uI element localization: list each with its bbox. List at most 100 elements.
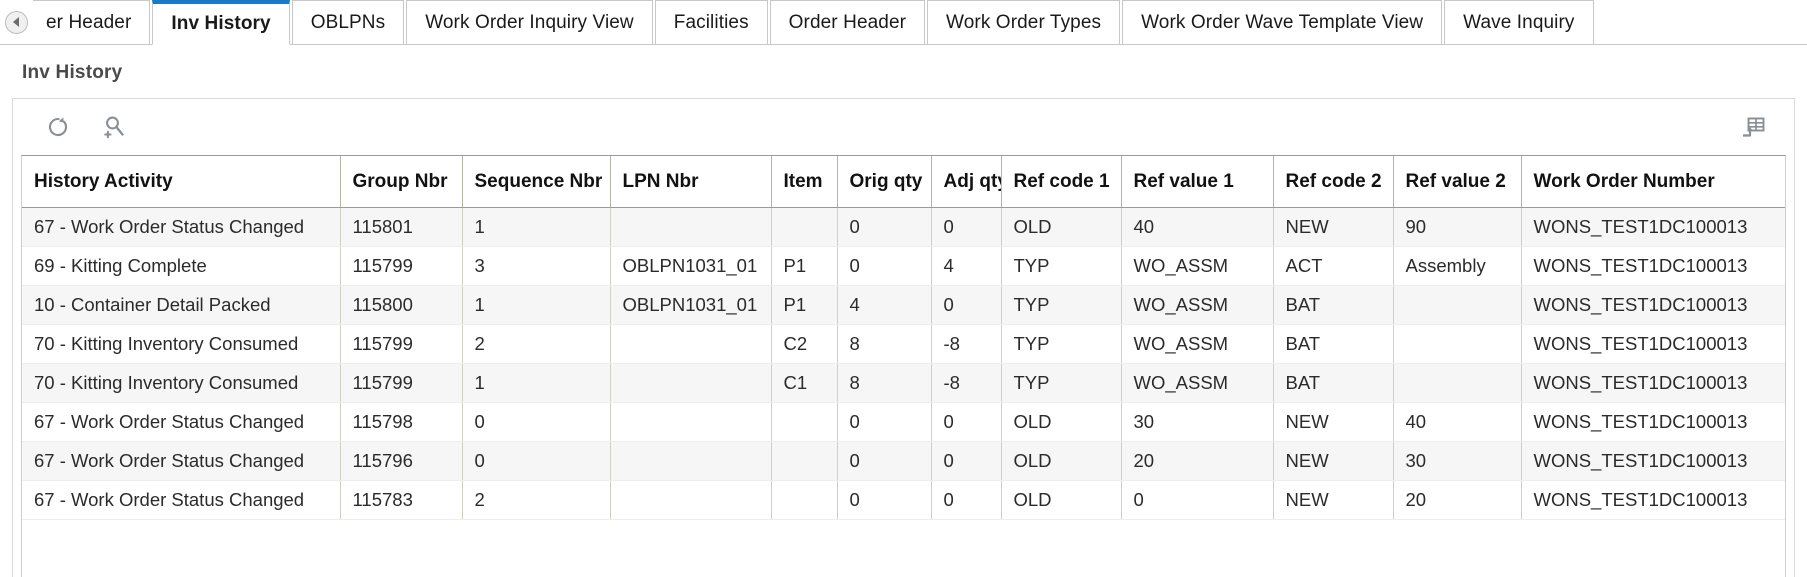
cell-ref-code-2: BAT xyxy=(1273,324,1394,364)
cell-ref-code-1: OLD xyxy=(1001,480,1122,520)
table-row[interactable]: 67 - Work Order Status Changed 115796 0 0 0 O… xyxy=(22,441,1785,481)
column-header-orig-qty[interactable]: Orig qty xyxy=(837,156,932,208)
cell-orig-qty: 0 xyxy=(837,441,932,481)
cell-sequence-nbr: 2 xyxy=(462,480,611,520)
tab-er-header[interactable]: er Header xyxy=(27,0,151,45)
inv-history-grid: History Activity Group Nbr Sequence Nbr LPN… xyxy=(21,155,1786,577)
tab-order-header[interactable]: Order Header xyxy=(769,0,926,45)
cell-sequence-nbr: 1 xyxy=(462,285,611,325)
table-row[interactable]: 67 - Work Order Status Changed 115798 0 0 0 O… xyxy=(22,402,1785,442)
cell-ref-code-1: OLD xyxy=(1001,402,1122,442)
cell-ref-value-1: WO_ASSM xyxy=(1121,363,1274,403)
cell-history-activity: 69 - Kitting Complete xyxy=(22,246,341,286)
refresh-icon[interactable] xyxy=(41,110,75,144)
column-header-history-activity[interactable]: History Activity xyxy=(22,156,341,208)
cell-adj-qty: 0 xyxy=(931,402,1002,442)
find-person-icon[interactable] xyxy=(97,110,131,144)
cell-work-order-number: WONS_TEST1DC100013 xyxy=(1521,207,1785,247)
cell-orig-qty: 0 xyxy=(837,402,932,442)
table-body: 67 - Work Order Status Changed 115801 1 0 0 O… xyxy=(22,207,1785,520)
cell-group-nbr: 115799 xyxy=(340,246,463,286)
cell-orig-qty: 0 xyxy=(837,480,932,520)
cell-ref-code-2: BAT xyxy=(1273,363,1394,403)
tab-label: OBLPNs xyxy=(310,11,386,33)
column-header-sequence-nbr[interactable]: Sequence Nbr xyxy=(462,156,611,208)
cell-group-nbr: 115800 xyxy=(340,285,463,325)
cell-sequence-nbr: 0 xyxy=(462,402,611,442)
tab-label: Inv History xyxy=(171,13,271,34)
cell-sequence-nbr: 1 xyxy=(462,363,611,403)
cell-item: P1 xyxy=(771,246,838,286)
table-row[interactable]: 70 - Kitting Inventory Consumed 115799 1 C1… xyxy=(22,363,1785,403)
tab-label: Work Order Types xyxy=(946,11,1102,33)
cell-group-nbr: 115783 xyxy=(340,480,463,520)
cell-ref-value-1: 30 xyxy=(1121,402,1274,442)
cell-ref-code-2: NEW xyxy=(1273,480,1394,520)
cell-history-activity: 70 - Kitting Inventory Consumed xyxy=(22,363,341,403)
column-header-lpn-nbr[interactable]: LPN Nbr xyxy=(610,156,772,208)
tab-work-order-inquiry-view[interactable]: Work Order Inquiry View xyxy=(406,0,653,45)
cell-lpn-nbr xyxy=(610,207,772,247)
cell-ref-code-2: NEW xyxy=(1273,441,1394,481)
cell-adj-qty: 0 xyxy=(931,441,1002,481)
cell-ref-code-2: BAT xyxy=(1273,285,1394,325)
cell-work-order-number: WONS_TEST1DC100013 xyxy=(1521,363,1785,403)
cell-item xyxy=(771,480,838,520)
tab-work-order-wave-template-view[interactable]: Work Order Wave Template View xyxy=(1122,0,1443,45)
table-row[interactable]: 70 - Kitting Inventory Consumed 115799 2 C2… xyxy=(22,324,1785,364)
column-header-work-order-number[interactable]: Work Order Number xyxy=(1521,156,1785,208)
column-header-item[interactable]: Item xyxy=(771,156,838,208)
tab-scroll-left-button[interactable] xyxy=(0,0,33,44)
cell-ref-code-2: NEW xyxy=(1273,207,1394,247)
tab-label: er Header xyxy=(46,11,132,33)
tab-oblpns[interactable]: OBLPNs xyxy=(291,0,405,45)
cell-ref-code-1: TYP xyxy=(1001,246,1122,286)
tab-wave-inquiry[interactable]: Wave Inquiry xyxy=(1444,0,1594,45)
column-header-ref-value-2[interactable]: Ref value 2 xyxy=(1393,156,1522,208)
cell-ref-value-1: 40 xyxy=(1121,207,1274,247)
tab-work-order-types[interactable]: Work Order Types xyxy=(927,0,1121,45)
cell-ref-value-1: 20 xyxy=(1121,441,1274,481)
cell-work-order-number: WONS_TEST1DC100013 xyxy=(1521,480,1785,520)
cell-ref-code-2: NEW xyxy=(1273,402,1394,442)
cell-adj-qty: 0 xyxy=(931,285,1002,325)
tab-label: Work Order Wave Template View xyxy=(1141,11,1424,33)
column-header-ref-code-1[interactable]: Ref code 1 xyxy=(1001,156,1122,208)
table-row[interactable]: 67 - Work Order Status Changed 115801 1 0 0 O… xyxy=(22,207,1785,247)
cell-sequence-nbr: 1 xyxy=(462,207,611,247)
cell-item: P1 xyxy=(771,285,838,325)
cell-ref-code-1: TYP xyxy=(1001,324,1122,364)
column-header-ref-value-1[interactable]: Ref value 1 xyxy=(1121,156,1274,208)
cell-history-activity: 67 - Work Order Status Changed xyxy=(22,207,341,247)
column-header-adj-qty[interactable]: Adj qty xyxy=(931,156,1002,208)
cell-ref-value-2: Assembly xyxy=(1393,246,1522,286)
tab-inv-history[interactable]: Inv History xyxy=(152,0,290,45)
tab-strip: er Header Inv History OBLPNs Work Order Inq… xyxy=(0,0,1807,45)
tab-facilities[interactable]: Facilities xyxy=(654,0,768,45)
cell-ref-value-1: 0 xyxy=(1121,480,1274,520)
cell-adj-qty: -8 xyxy=(931,363,1002,403)
cell-history-activity: 67 - Work Order Status Changed xyxy=(22,402,341,442)
cell-ref-code-1: TYP xyxy=(1001,285,1122,325)
cell-ref-value-2: 40 xyxy=(1393,402,1522,442)
table-row[interactable]: 10 - Container Detail Packed 115800 1 OBLPN… xyxy=(22,285,1785,325)
column-header-ref-code-2[interactable]: Ref code 2 xyxy=(1273,156,1394,208)
cell-work-order-number: WONS_TEST1DC100013 xyxy=(1521,285,1785,325)
cell-group-nbr: 115799 xyxy=(340,363,463,403)
cell-adj-qty: 4 xyxy=(931,246,1002,286)
tab-label: Wave Inquiry xyxy=(1463,11,1575,33)
cell-adj-qty: 0 xyxy=(931,207,1002,247)
cell-work-order-number: WONS_TEST1DC100013 xyxy=(1521,246,1785,286)
cell-ref-code-2: ACT xyxy=(1273,246,1394,286)
table-row[interactable]: 69 - Kitting Complete 115799 3 OBLPN1031_01… xyxy=(22,246,1785,286)
cell-item xyxy=(771,441,838,481)
cell-ref-value-1: WO_ASSM xyxy=(1121,285,1274,325)
tab-label: Facilities xyxy=(673,11,749,33)
cell-work-order-number: WONS_TEST1DC100013 xyxy=(1521,402,1785,442)
table-settings-icon[interactable] xyxy=(1736,110,1770,144)
cell-ref-value-1: WO_ASSM xyxy=(1121,324,1274,364)
column-header-group-nbr[interactable]: Group Nbr xyxy=(340,156,463,208)
tab-label: Work Order Inquiry View xyxy=(425,11,634,33)
cell-lpn-nbr xyxy=(610,480,772,520)
table-row[interactable]: 67 - Work Order Status Changed 115783 2 0 0 O… xyxy=(22,480,1785,520)
